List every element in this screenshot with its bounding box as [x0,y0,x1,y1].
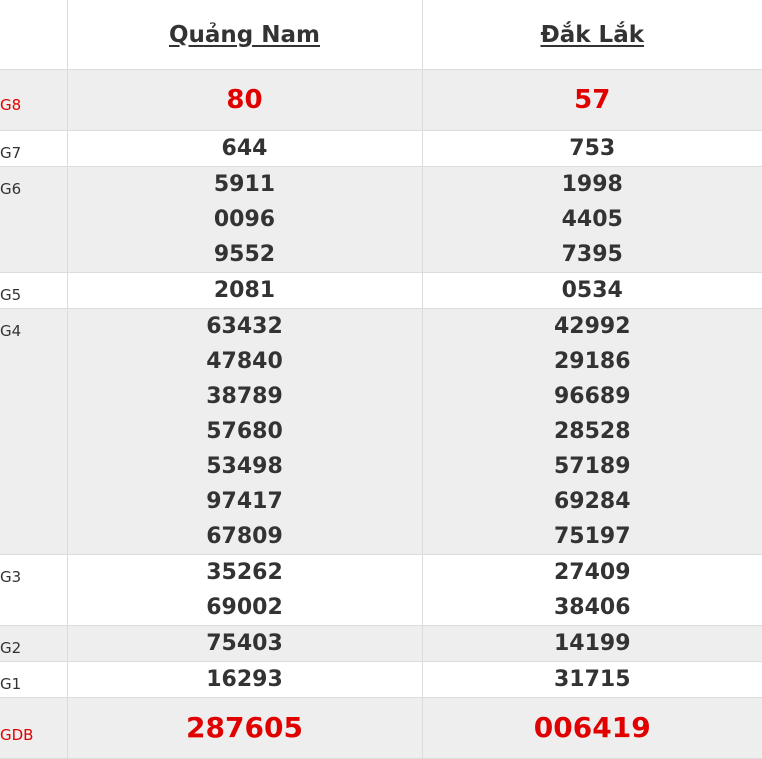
prize-numbers-dak-lak: 31715 [422,662,762,698]
prize-number: 27409 [423,555,762,590]
prize-number: 67809 [68,519,422,554]
prize-label: G1 [0,662,67,698]
prize-numbers-quang-nam: 5911 0096 9552 [67,167,422,273]
prize-row-g6: G6 5911 0096 9552 1998 4405 7395 [0,167,762,273]
prize-number: 57189 [423,449,762,484]
prize-number: 38406 [423,590,762,625]
province-name[interactable]: Đắk Lắk [540,22,644,48]
prize-numbers-dak-lak: 27409 38406 [422,555,762,626]
prize-number: 31715 [423,662,762,697]
header-row: Quảng Nam Đắk Lắk [0,0,762,70]
prize-label: G3 [0,555,67,626]
prize-row-g2: G2 75403 14199 [0,626,762,662]
header-corner [0,0,67,70]
prize-number: 4405 [423,202,762,237]
prize-number: 96689 [423,379,762,414]
prize-number: 2081 [68,273,422,308]
prize-numbers-dak-lak: 0534 [422,273,762,309]
prize-number: 644 [68,131,422,166]
prize-number: 35262 [68,555,422,590]
prize-number: 42992 [423,309,762,344]
prize-number: 69002 [68,590,422,625]
prize-numbers-dak-lak: 57 [422,70,762,131]
prize-numbers-quang-nam: 35262 69002 [67,555,422,626]
prize-numbers-quang-nam: 80 [67,70,422,131]
prize-row-g7: G7 644 753 [0,131,762,167]
prize-number: 9552 [68,237,422,272]
prize-label: G8 [0,70,67,131]
prize-number: 7395 [423,237,762,272]
prize-label: G2 [0,626,67,662]
prize-number: 69284 [423,484,762,519]
prize-label: GDB [0,698,67,759]
prize-numbers-dak-lak: 14199 [422,626,762,662]
prize-number: 28528 [423,414,762,449]
prize-numbers-dak-lak: 006419 [422,698,762,759]
prize-label: G6 [0,167,67,273]
prize-numbers-quang-nam: 287605 [67,698,422,759]
prize-numbers-dak-lak: 753 [422,131,762,167]
prize-row-g4: G4 63432 47840 38789 57680 53498 97417 6… [0,309,762,555]
prize-number: 57 [423,70,762,130]
prize-numbers-quang-nam: 75403 [67,626,422,662]
prize-number: 75197 [423,519,762,554]
prize-number: 16293 [68,662,422,697]
prize-numbers-quang-nam: 2081 [67,273,422,309]
prize-row-gdb: GDB 287605 006419 [0,698,762,759]
prize-number: 29186 [423,344,762,379]
prize-number: 80 [68,70,422,130]
prize-number: 57680 [68,414,422,449]
prize-number: 287605 [68,698,422,758]
prize-label: G4 [0,309,67,555]
prize-number: 753 [423,131,762,166]
lottery-results-table: Quảng Nam Đắk Lắk G8 80 57 G7 644 753 G6… [0,0,762,759]
prize-row-g5: G5 2081 0534 [0,273,762,309]
prize-number: 0534 [423,273,762,308]
prize-number: 47840 [68,344,422,379]
province-header-dak-lak[interactable]: Đắk Lắk [422,0,762,70]
prize-number: 006419 [423,698,762,758]
prize-row-g1: G1 16293 31715 [0,662,762,698]
prize-numbers-quang-nam: 63432 47840 38789 57680 53498 97417 6780… [67,309,422,555]
prize-number: 97417 [68,484,422,519]
prize-number: 5911 [68,167,422,202]
province-header-quang-nam[interactable]: Quảng Nam [67,0,422,70]
prize-numbers-dak-lak: 1998 4405 7395 [422,167,762,273]
prize-number: 63432 [68,309,422,344]
prize-numbers-dak-lak: 42992 29186 96689 28528 57189 69284 7519… [422,309,762,555]
prize-number: 75403 [68,626,422,661]
prize-number: 14199 [423,626,762,661]
prize-number: 1998 [423,167,762,202]
prize-label: G5 [0,273,67,309]
prize-numbers-quang-nam: 16293 [67,662,422,698]
province-name[interactable]: Quảng Nam [169,22,320,48]
prize-label: G7 [0,131,67,167]
prize-number: 0096 [68,202,422,237]
prize-row-g3: G3 35262 69002 27409 38406 [0,555,762,626]
prize-number: 53498 [68,449,422,484]
prize-row-g8: G8 80 57 [0,70,762,131]
prize-numbers-quang-nam: 644 [67,131,422,167]
prize-number: 38789 [68,379,422,414]
